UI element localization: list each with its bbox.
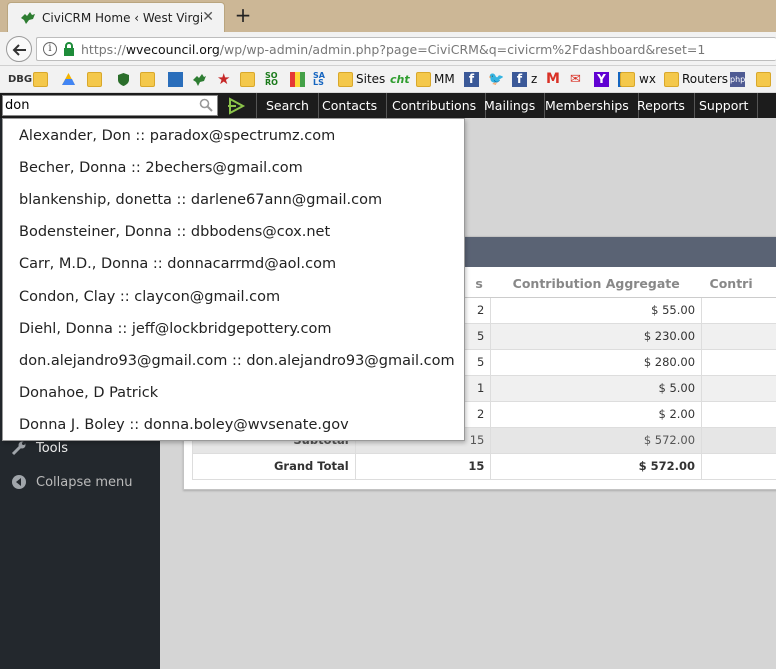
wv-map-bookmark-icon[interactable] — [192, 72, 207, 87]
php-icon[interactable]: php — [730, 72, 745, 87]
bookmark-wx[interactable]: wx — [639, 71, 656, 88]
bookmark-routers[interactable]: Routers — [682, 71, 728, 88]
wv-state-favicon-icon — [20, 11, 36, 25]
menu-search[interactable]: Search — [256, 93, 319, 118]
dbg-bookmark-icon[interactable]: DBG — [8, 72, 32, 87]
collapse-arrow-icon — [10, 474, 28, 492]
flag-bookmark-icon[interactable] — [290, 72, 305, 87]
wp-collapse-menu-label: Collapse menu — [36, 475, 133, 490]
new-tab-button[interactable]: + — [233, 5, 253, 25]
folder-icon[interactable] — [87, 72, 102, 87]
facebook-icon[interactable]: f — [512, 72, 527, 87]
tab-title: CiviCRM Home ‹ West Virgin — [42, 11, 202, 25]
civicrm-logo-icon[interactable] — [226, 97, 246, 115]
tab-close-icon[interactable]: ✕ — [202, 9, 214, 25]
autocomplete-item[interactable]: Condon, Clay :: claycon@gmail.com — [3, 281, 464, 313]
autocomplete-item[interactable]: Carr, M.D., Donna :: donnacarrmd@aol.com — [3, 248, 464, 280]
back-button[interactable] — [6, 36, 32, 62]
row-next — [701, 348, 776, 376]
row-next — [701, 374, 776, 402]
subtotal-next — [701, 426, 776, 454]
mm-folder-icon[interactable] — [416, 72, 431, 87]
row-next — [701, 322, 776, 350]
back-arrow-icon — [12, 44, 26, 56]
twitter-icon[interactable]: 🐦 — [488, 72, 504, 87]
menu-support[interactable]: Support — [690, 93, 759, 118]
autocomplete-item[interactable]: Bodensteiner, Donna :: dbbodens@cox.net — [3, 216, 464, 248]
quicksearch-input[interactable] — [5, 97, 195, 114]
autocomplete-item[interactable]: blankenship, donetta :: darlene67ann@gma… — [3, 184, 464, 216]
yahoo-icon[interactable]: Y — [594, 72, 609, 87]
folder-icon[interactable] — [33, 72, 48, 87]
url-text: https://wvecouncil.org/wp/wp-admin/admin… — [81, 42, 706, 57]
wrench-icon — [10, 440, 28, 458]
map-bookmark-icon[interactable] — [168, 72, 183, 87]
folder-icon[interactable] — [756, 72, 771, 87]
autocomplete-item[interactable]: Donahoe, D Patrick — [3, 377, 464, 409]
bookmarks-bar: DBG ★ SO RO SA LS Sites cht MM f 🐦 f z M… — [0, 66, 776, 93]
folder-icon[interactable] — [140, 72, 155, 87]
autocomplete-item[interactable]: Donna J. Boley :: donna.boley@wvsenate.g… — [3, 409, 464, 441]
bookmark-mm[interactable]: MM — [434, 71, 455, 88]
autocomplete-item[interactable]: Becher, Donna :: 2bechers@gmail.com — [3, 152, 464, 184]
civicrm-menubar: Search Contacts Contributions Mailings M… — [0, 93, 776, 118]
sals-bookmark-icon[interactable]: SA LS — [313, 72, 328, 87]
grand-total-next — [701, 452, 776, 480]
grand-total-aggregate: $ 572.00 — [490, 452, 703, 480]
routers-folder-icon[interactable] — [664, 72, 679, 87]
folder-icon[interactable] — [240, 72, 255, 87]
info-icon[interactable]: i — [43, 42, 57, 56]
row-aggregate: $ 55.00 — [490, 296, 703, 324]
quicksearch-box — [2, 95, 218, 116]
shield-bookmark-icon[interactable] — [116, 72, 131, 87]
autocomplete-item[interactable]: Alexander, Don :: paradox@spectrumz.com — [3, 120, 464, 152]
row-next — [701, 296, 776, 324]
gmail-icon[interactable]: ✉ — [570, 72, 585, 87]
wp-collapse-menu[interactable]: Collapse menu — [0, 468, 160, 498]
lock-icon[interactable] — [63, 42, 75, 56]
grand-total-row: Grand Total 15 $ 572.00 — [192, 452, 776, 480]
drive-triangle-icon[interactable] — [61, 72, 76, 87]
row-next — [701, 400, 776, 428]
menu-reports[interactable]: Reports — [628, 93, 695, 118]
grand-total-count: 15 — [354, 452, 492, 480]
grand-total-label: Grand Total — [192, 452, 356, 480]
sites-folder-icon[interactable] — [338, 72, 353, 87]
wx-folder-icon[interactable] — [620, 72, 635, 87]
quicksearch-autocomplete: Alexander, Don :: paradox@spectrumz.com … — [2, 118, 465, 441]
bookmark-sites[interactable]: Sites — [356, 71, 385, 88]
star-bookmark-icon[interactable]: ★ — [217, 72, 232, 87]
menu-contributions[interactable]: Contributions — [383, 93, 487, 118]
address-bar[interactable]: i https://wvecouncil.org/wp/wp-admin/adm… — [36, 37, 776, 61]
soro-bookmark-icon[interactable]: SO RO — [265, 72, 280, 87]
bookmark-z[interactable]: z — [531, 71, 537, 88]
menu-memberships[interactable]: Memberships — [536, 93, 639, 118]
column-header-aggregate[interactable]: Contribution Aggregate — [490, 271, 702, 298]
facebook-icon[interactable]: f — [464, 72, 479, 87]
menu-contacts[interactable]: Contacts — [313, 93, 388, 118]
autocomplete-item[interactable]: don.alejandro93@gmail.com :: don.alejand… — [3, 345, 464, 377]
row-aggregate: $ 5.00 — [490, 374, 703, 402]
autocomplete-item[interactable]: Diehl, Donna :: jeff@lockbridgepottery.c… — [3, 313, 464, 345]
column-header-next[interactable]: Contri — [701, 271, 776, 298]
row-aggregate: $ 230.00 — [490, 322, 703, 350]
gmail-icon[interactable]: M — [546, 72, 561, 87]
browser-toolbar: i https://wvecouncil.org/wp/wp-admin/adm… — [0, 32, 776, 66]
chat-bookmark-icon[interactable]: cht — [390, 72, 410, 87]
wp-menu-tools-label: Tools — [36, 441, 69, 456]
menu-mailings[interactable]: Mailings — [475, 93, 546, 118]
row-aggregate: $ 280.00 — [490, 348, 703, 376]
subtotal-aggregate: $ 572.00 — [490, 426, 703, 454]
tab-strip: CiviCRM Home ‹ West Virgin ✕ + — [0, 0, 776, 32]
search-icon[interactable] — [199, 98, 213, 112]
browser-tab[interactable]: CiviCRM Home ‹ West Virgin ✕ — [7, 2, 225, 32]
row-aggregate: $ 2.00 — [490, 400, 703, 428]
